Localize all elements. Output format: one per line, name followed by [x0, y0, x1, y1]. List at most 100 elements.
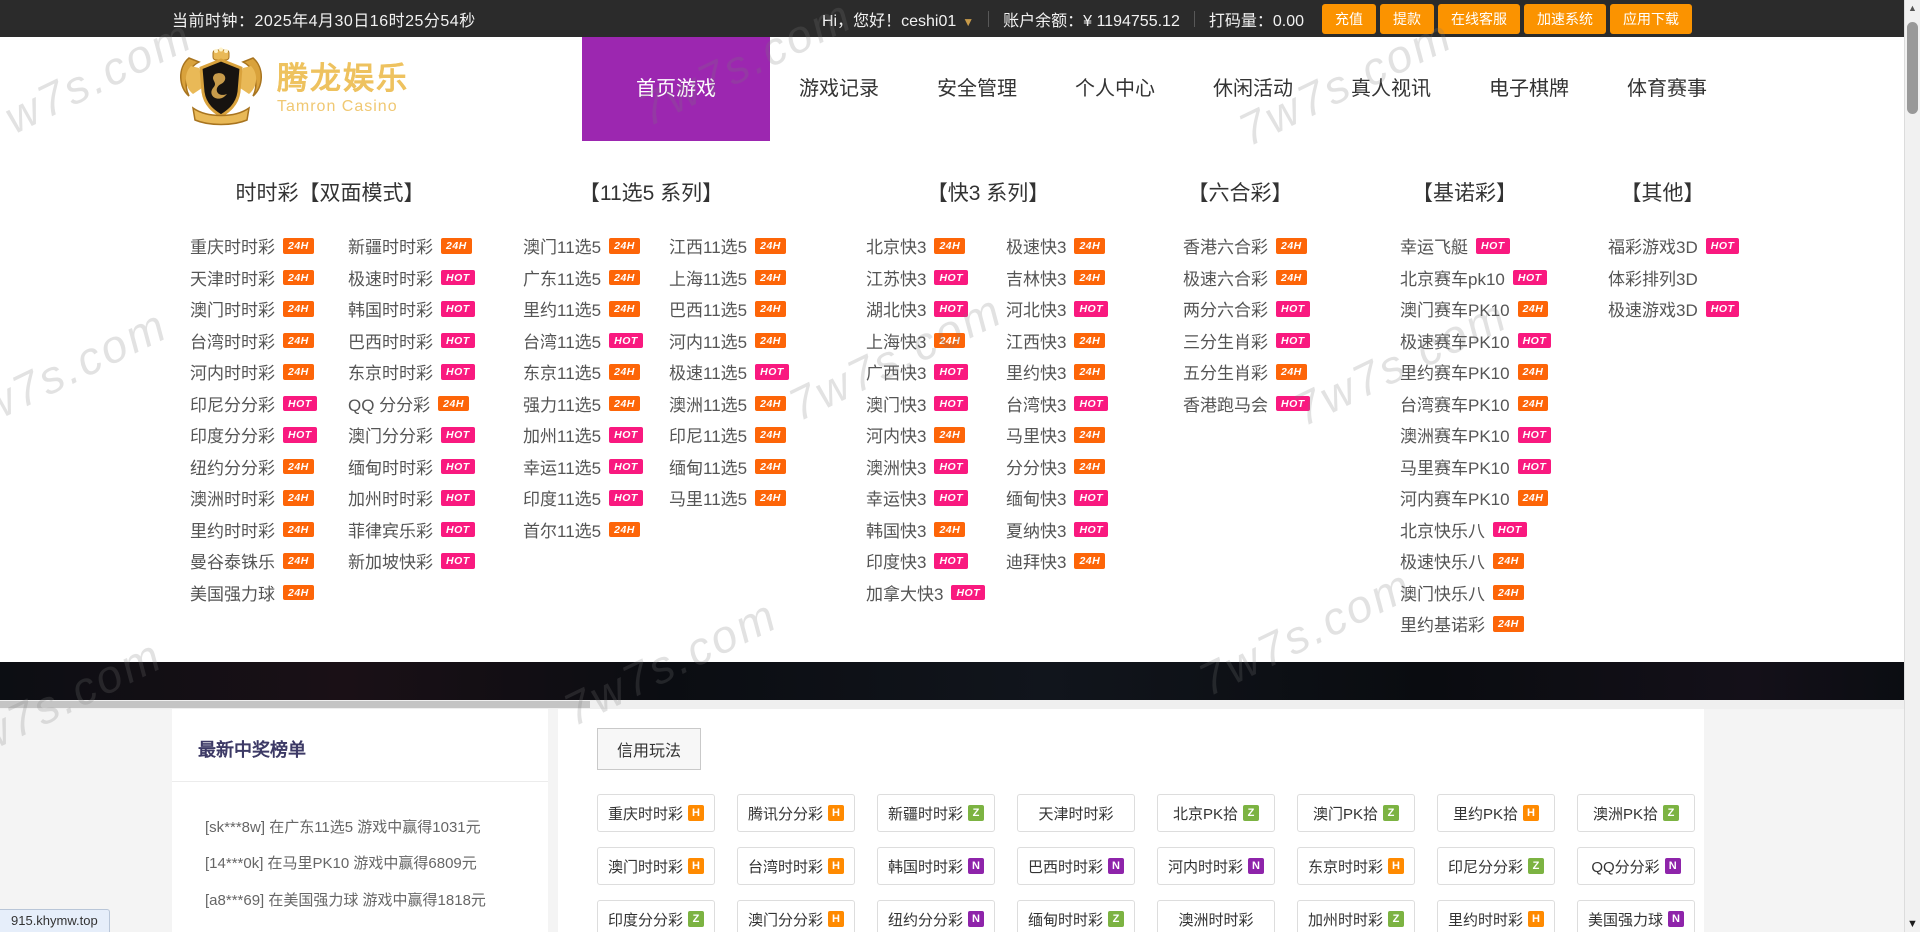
game-link[interactable]: 江西11选524H [669, 230, 797, 262]
game-button[interactable]: 新疆时时彩Z [877, 794, 995, 832]
nav-security[interactable]: 安全管理 [908, 37, 1046, 141]
game-link[interactable]: 河内11选524H [669, 325, 797, 357]
game-link[interactable]: 澳门时时彩24H [190, 293, 330, 325]
game-link[interactable]: 强力11选524H [523, 388, 651, 420]
game-link[interactable]: 印尼分分彩HOT [190, 388, 330, 420]
game-link[interactable]: 澳门快乐八24H [1400, 577, 1547, 609]
game-link[interactable]: 马里赛车PK10HOT [1400, 451, 1547, 483]
game-link[interactable]: 极速六合彩24H [1183, 262, 1315, 294]
game-link[interactable]: 美国强力球24H [190, 577, 330, 609]
game-link[interactable]: 东京11选524H [523, 356, 651, 388]
game-link[interactable]: 河内时时彩24H [190, 356, 330, 388]
game-link[interactable]: 台湾赛车PK1024H [1400, 388, 1547, 420]
nav-game-records[interactable]: 游戏记录 [770, 37, 908, 141]
game-button[interactable]: 印度分分彩Z [597, 900, 715, 932]
game-link[interactable]: 纽约分分彩24H [190, 451, 330, 483]
game-link[interactable]: 广东11选524H [523, 262, 651, 294]
game-link[interactable]: 里约11选524H [523, 293, 651, 325]
horizontal-scrollbar[interactable] [0, 700, 1904, 709]
game-link[interactable]: 福彩游戏3DHOT [1608, 230, 1735, 262]
game-link[interactable]: 极速快324H [1006, 230, 1128, 262]
game-link[interactable]: 北京快324H [866, 230, 988, 262]
horizontal-scrollbar-thumb[interactable] [0, 701, 590, 708]
game-link[interactable]: 印尼11选524H [669, 419, 797, 451]
game-link[interactable]: 澳洲赛车PK10HOT [1400, 419, 1547, 451]
game-link[interactable]: 澳门11选524H [523, 230, 651, 262]
game-link[interactable]: 马里11选524H [669, 482, 797, 514]
game-link[interactable]: 澳洲11选524H [669, 388, 797, 420]
game-link[interactable]: 加拿大快3HOT [866, 577, 988, 609]
game-button[interactable]: 东京时时彩H [1297, 847, 1415, 885]
user-menu[interactable]: Hi，您好！ceshi01▼ [822, 7, 974, 31]
game-button[interactable]: 里约时时彩H [1437, 900, 1555, 932]
game-link[interactable]: 湖北快3HOT [866, 293, 988, 325]
game-button[interactable]: 加州时时彩Z [1297, 900, 1415, 932]
game-button[interactable]: 澳门时时彩H [597, 847, 715, 885]
game-link[interactable]: 里约快324H [1006, 356, 1128, 388]
game-link[interactable]: 极速赛车PK10HOT [1400, 325, 1547, 357]
game-link[interactable]: 东京时时彩HOT [348, 356, 488, 388]
game-link[interactable]: 加州11选5HOT [523, 419, 651, 451]
game-button[interactable]: 台湾时时彩H [737, 847, 855, 885]
game-link[interactable]: 广西快3HOT [866, 356, 988, 388]
game-link[interactable]: 极速游戏3DHOT [1608, 293, 1735, 325]
deposit-button[interactable]: 充值 [1322, 4, 1376, 34]
banner-image[interactable] [0, 662, 1904, 700]
game-button[interactable]: 重庆时时彩H [597, 794, 715, 832]
game-button[interactable]: 美国强力球N [1577, 900, 1695, 932]
game-link[interactable]: 香港六合彩24H [1183, 230, 1315, 262]
game-link[interactable]: 天津时时彩24H [190, 262, 330, 294]
game-link[interactable]: 河北快3HOT [1006, 293, 1128, 325]
game-link[interactable]: 曼谷泰铢乐24H [190, 545, 330, 577]
game-link[interactable]: 两分六合彩HOT [1183, 293, 1315, 325]
game-link[interactable]: 重庆时时彩24H [190, 230, 330, 262]
nav-board-games[interactable]: 电子棋牌 [1460, 37, 1598, 141]
game-link[interactable]: 分分快324H [1006, 451, 1128, 483]
game-link[interactable]: 极速11选5HOT [669, 356, 797, 388]
nav-activities[interactable]: 休闲活动 [1184, 37, 1322, 141]
game-button[interactable]: 澳洲PK拾Z [1577, 794, 1695, 832]
scroll-down-icon[interactable]: ▼ [1905, 918, 1920, 930]
game-button[interactable]: 澳门分分彩H [737, 900, 855, 932]
speed-system-button[interactable]: 加速系统 [1524, 4, 1606, 34]
game-link[interactable]: 香港跑马会HOT [1183, 388, 1315, 420]
game-link[interactable]: 澳洲快3HOT [866, 451, 988, 483]
game-link[interactable]: 幸运11选5HOT [523, 451, 651, 483]
withdraw-button[interactable]: 提款 [1380, 4, 1434, 34]
game-link[interactable]: 韩国时时彩HOT [348, 293, 488, 325]
game-button[interactable]: 巴西时时彩N [1017, 847, 1135, 885]
game-link[interactable]: 缅甸11选524H [669, 451, 797, 483]
game-link[interactable]: 北京赛车pk10HOT [1400, 262, 1547, 294]
game-link[interactable]: 澳门快3HOT [866, 388, 988, 420]
game-link[interactable]: 五分生肖彩24H [1183, 356, 1315, 388]
game-button[interactable]: 韩国时时彩N [877, 847, 995, 885]
game-link[interactable]: 河内赛车PK1024H [1400, 482, 1547, 514]
game-button[interactable]: 腾讯分分彩H [737, 794, 855, 832]
game-link[interactable]: 韩国快324H [866, 514, 988, 546]
game-button[interactable]: 印尼分分彩Z [1437, 847, 1555, 885]
game-link[interactable]: 马里快324H [1006, 419, 1128, 451]
game-link[interactable]: 缅甸快3HOT [1006, 482, 1128, 514]
game-link[interactable]: QQ 分分彩24H [348, 388, 488, 420]
vertical-scrollbar-thumb[interactable] [1907, 22, 1918, 114]
game-link[interactable]: 巴西时时彩HOT [348, 325, 488, 357]
game-link[interactable]: 新加坡快彩HOT [348, 545, 488, 577]
scroll-up-icon[interactable]: ▲ [1905, 3, 1920, 13]
game-link[interactable]: 台湾11选5HOT [523, 325, 651, 357]
game-button[interactable]: 澳门PK拾Z [1297, 794, 1415, 832]
tab-credit-play[interactable]: 信用玩法 [597, 728, 701, 770]
game-link[interactable]: 里约基诺彩24H [1400, 608, 1547, 640]
nav-profile[interactable]: 个人中心 [1046, 37, 1184, 141]
game-button[interactable]: 天津时时彩 [1017, 794, 1135, 832]
game-link[interactable]: 幸运飞艇HOT [1400, 230, 1547, 262]
nav-sports[interactable]: 体育赛事 [1598, 37, 1736, 141]
nav-live-casino[interactable]: 真人视讯 [1322, 37, 1460, 141]
game-link[interactable]: 幸运快3HOT [866, 482, 988, 514]
game-link[interactable]: 夏纳快3HOT [1006, 514, 1128, 546]
game-link[interactable]: 印度11选5HOT [523, 482, 651, 514]
game-button[interactable]: 纽约分分彩N [877, 900, 995, 932]
game-link[interactable]: 印度分分彩HOT [190, 419, 330, 451]
game-link[interactable]: 澳门赛车PK1024H [1400, 293, 1547, 325]
game-link[interactable]: 新疆时时彩24H [348, 230, 488, 262]
game-link[interactable]: 缅甸时时彩HOT [348, 451, 488, 483]
